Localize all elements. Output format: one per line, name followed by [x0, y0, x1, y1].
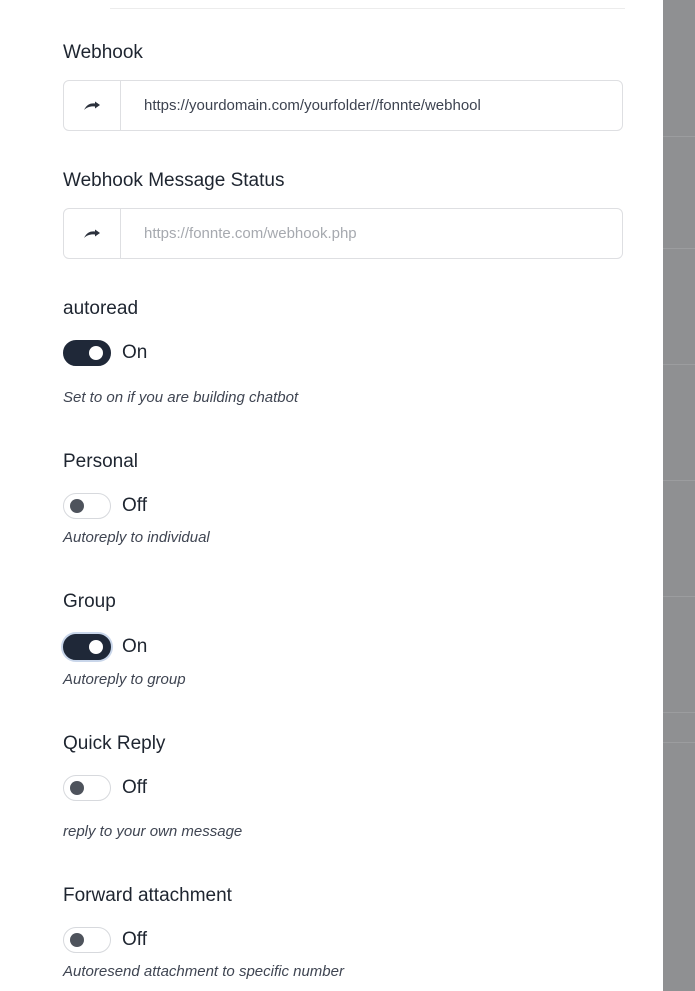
- switch-knob: [70, 499, 84, 513]
- webhook-addon: [64, 81, 121, 130]
- group-toggle-row: On: [63, 634, 147, 660]
- autoread-label: autoread: [63, 298, 139, 319]
- group-state: On: [122, 636, 148, 657]
- quick-reply-hint: reply to your own message: [63, 823, 243, 840]
- personal-label: Personal: [63, 451, 138, 472]
- group-switch[interactable]: [63, 634, 111, 660]
- personal-state: Off: [122, 495, 147, 516]
- webhook-label: Webhook: [63, 42, 143, 63]
- webhook-status-url-input[interactable]: [121, 209, 622, 258]
- forward-attachment-label: Forward attachment: [63, 885, 232, 906]
- quick-reply-switch[interactable]: [63, 775, 111, 801]
- modal-backdrop-overlay[interactable]: [663, 0, 695, 991]
- switch-knob: [70, 933, 84, 947]
- webhook-status-addon: [64, 209, 121, 258]
- quick-reply-toggle-row: Off: [63, 775, 147, 801]
- backdrop-line: [663, 364, 695, 365]
- group-hint: Autoreply to group: [63, 671, 186, 688]
- forward-attachment-switch[interactable]: [63, 927, 111, 953]
- group-label: Group: [63, 591, 116, 612]
- switch-knob: [89, 346, 103, 360]
- backdrop-line: [663, 712, 695, 713]
- autoread-hint: Set to on if you are building chatbot: [63, 389, 299, 406]
- forward-arrow-icon: [83, 229, 101, 239]
- backdrop-line: [663, 742, 695, 743]
- quick-reply-state: Off: [122, 777, 147, 798]
- backdrop-line: [663, 480, 695, 481]
- webhook-url-input[interactable]: [121, 81, 622, 130]
- autoread-state: On: [122, 342, 148, 363]
- forward-attachment-state: Off: [122, 929, 147, 950]
- webhook-status-label: Webhook Message Status: [63, 170, 285, 191]
- forward-attachment-toggle-row: Off: [63, 927, 147, 953]
- forward-attachment-hint: Autoresend attachment to specific number: [63, 963, 344, 980]
- webhook-input-group: [63, 80, 623, 131]
- switch-knob: [89, 640, 103, 654]
- backdrop-line: [663, 136, 695, 137]
- personal-hint: Autoreply to individual: [63, 529, 210, 546]
- backdrop-line: [663, 596, 695, 597]
- backdrop-line: [663, 248, 695, 249]
- personal-switch[interactable]: [63, 493, 111, 519]
- personal-toggle-row: Off: [63, 493, 147, 519]
- top-divider: [110, 8, 625, 9]
- autoread-switch[interactable]: [63, 340, 111, 366]
- autoread-toggle-row: On: [63, 340, 147, 366]
- switch-knob: [70, 781, 84, 795]
- forward-arrow-icon: [83, 101, 101, 111]
- quick-reply-label: Quick Reply: [63, 733, 166, 754]
- webhook-status-input-group: [63, 208, 623, 259]
- device-settings-panel: Webhook Webhook Message Status autoread …: [0, 0, 663, 991]
